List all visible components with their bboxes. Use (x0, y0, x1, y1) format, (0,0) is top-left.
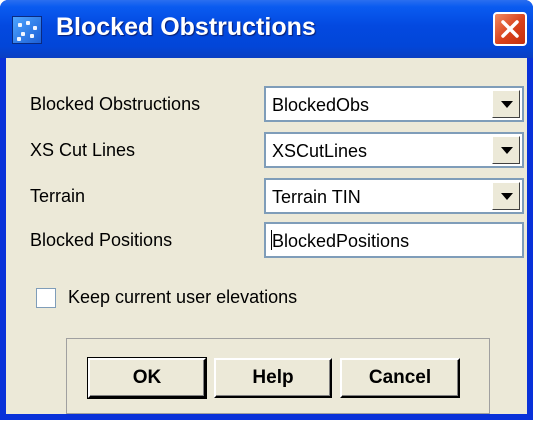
chevron-down-icon[interactable] (492, 90, 520, 118)
blocked-obstructions-value: BlockedObs (272, 95, 370, 115)
keep-elevations-checkbox[interactable] (36, 288, 56, 308)
terrain-select[interactable]: Terrain TIN (264, 178, 524, 214)
blocked-obstructions-label: Blocked Obstructions (30, 94, 201, 114)
keep-elevations-label[interactable]: Keep current user elevations (68, 287, 297, 308)
app-icon (12, 16, 42, 44)
blocked-obstructions-select[interactable]: BlockedObs (264, 86, 524, 122)
cancel-button[interactable]: Cancel (340, 358, 460, 398)
dialog-window: Blocked Obstructions Blocked Obstruction… (0, 0, 533, 420)
title-bar[interactable]: Blocked Obstructions (0, 0, 533, 58)
window-title: Blocked Obstructions (56, 13, 316, 41)
close-button[interactable] (493, 12, 527, 46)
terrain-label: Terrain (30, 186, 86, 206)
help-button[interactable]: Help (214, 358, 332, 398)
blocked-positions-input[interactable]: BlockedPositions (264, 222, 524, 258)
blocked-positions-label: Blocked Positions (30, 230, 173, 250)
blocked-positions-value: BlockedPositions (272, 231, 410, 251)
window-bottom-border (0, 414, 533, 420)
dialog-body: Blocked Obstructions BlockedObs XS Cut L… (6, 58, 527, 414)
xs-cut-lines-label: XS Cut Lines (30, 140, 136, 160)
ok-button[interactable]: OK (87, 357, 207, 399)
chevron-down-icon[interactable] (492, 182, 520, 210)
terrain-value: Terrain TIN (272, 187, 361, 207)
xs-cut-lines-select[interactable]: XSCutLines (264, 132, 524, 168)
chevron-down-icon[interactable] (492, 136, 520, 164)
close-icon (501, 20, 519, 38)
xs-cut-lines-value: XSCutLines (272, 141, 368, 161)
